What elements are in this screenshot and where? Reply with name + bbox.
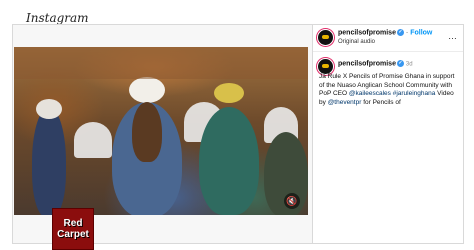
- instagram-logo: Instagram: [26, 11, 89, 25]
- verified-icon: ✓: [396, 29, 404, 36]
- audience-headwrap: [36, 99, 62, 119]
- more-options-icon[interactable]: …: [448, 31, 457, 41]
- speaker-muted-icon[interactable]: 🔇: [284, 193, 300, 209]
- post-caption: Ja Rule X Pencils of Promise Ghana in su…: [319, 73, 457, 107]
- red-carpet-badge: Red Carpet: [52, 208, 94, 250]
- audience-headwrap: [129, 77, 165, 103]
- chair: [74, 122, 112, 158]
- author-username[interactable]: pencilsofpromise: [338, 29, 396, 36]
- hashtag-link[interactable]: #jaruleinghana: [393, 90, 436, 97]
- follow-button[interactable]: Follow: [410, 29, 432, 36]
- badge-line1: Red: [63, 218, 83, 229]
- verified-icon: ✓: [396, 60, 404, 67]
- post-header: pencilsofpromise ✓ · Follow Original audi…: [313, 25, 463, 52]
- badge-line2: Carpet: [57, 229, 89, 240]
- post-author: pencilsofpromise ✓ · Follow: [338, 29, 432, 36]
- mention-link[interactable]: @kaileescales: [349, 90, 391, 97]
- avatar[interactable]: [318, 59, 333, 74]
- comment-author: pencilsofpromise ✓ 3d: [338, 60, 413, 67]
- audience-headwrap: [214, 83, 244, 103]
- caption-text: for Pencils of: [363, 98, 401, 106]
- audience-member: [199, 107, 259, 215]
- comment-username[interactable]: pencilsofpromise: [338, 60, 396, 67]
- audio-label[interactable]: Original audio: [338, 39, 375, 45]
- post-side-panel: pencilsofpromise ✓ · Follow Original audi…: [312, 24, 464, 244]
- mention-link[interactable]: @theventpr: [328, 99, 362, 106]
- comment-time: 3d: [405, 61, 413, 68]
- audience-member: [32, 107, 66, 215]
- video-player[interactable]: 🔇: [14, 47, 308, 215]
- separator-dot: ·: [405, 29, 409, 37]
- background-crowd: [14, 47, 308, 79]
- avatar[interactable]: [318, 30, 333, 45]
- audience-member: [132, 102, 162, 162]
